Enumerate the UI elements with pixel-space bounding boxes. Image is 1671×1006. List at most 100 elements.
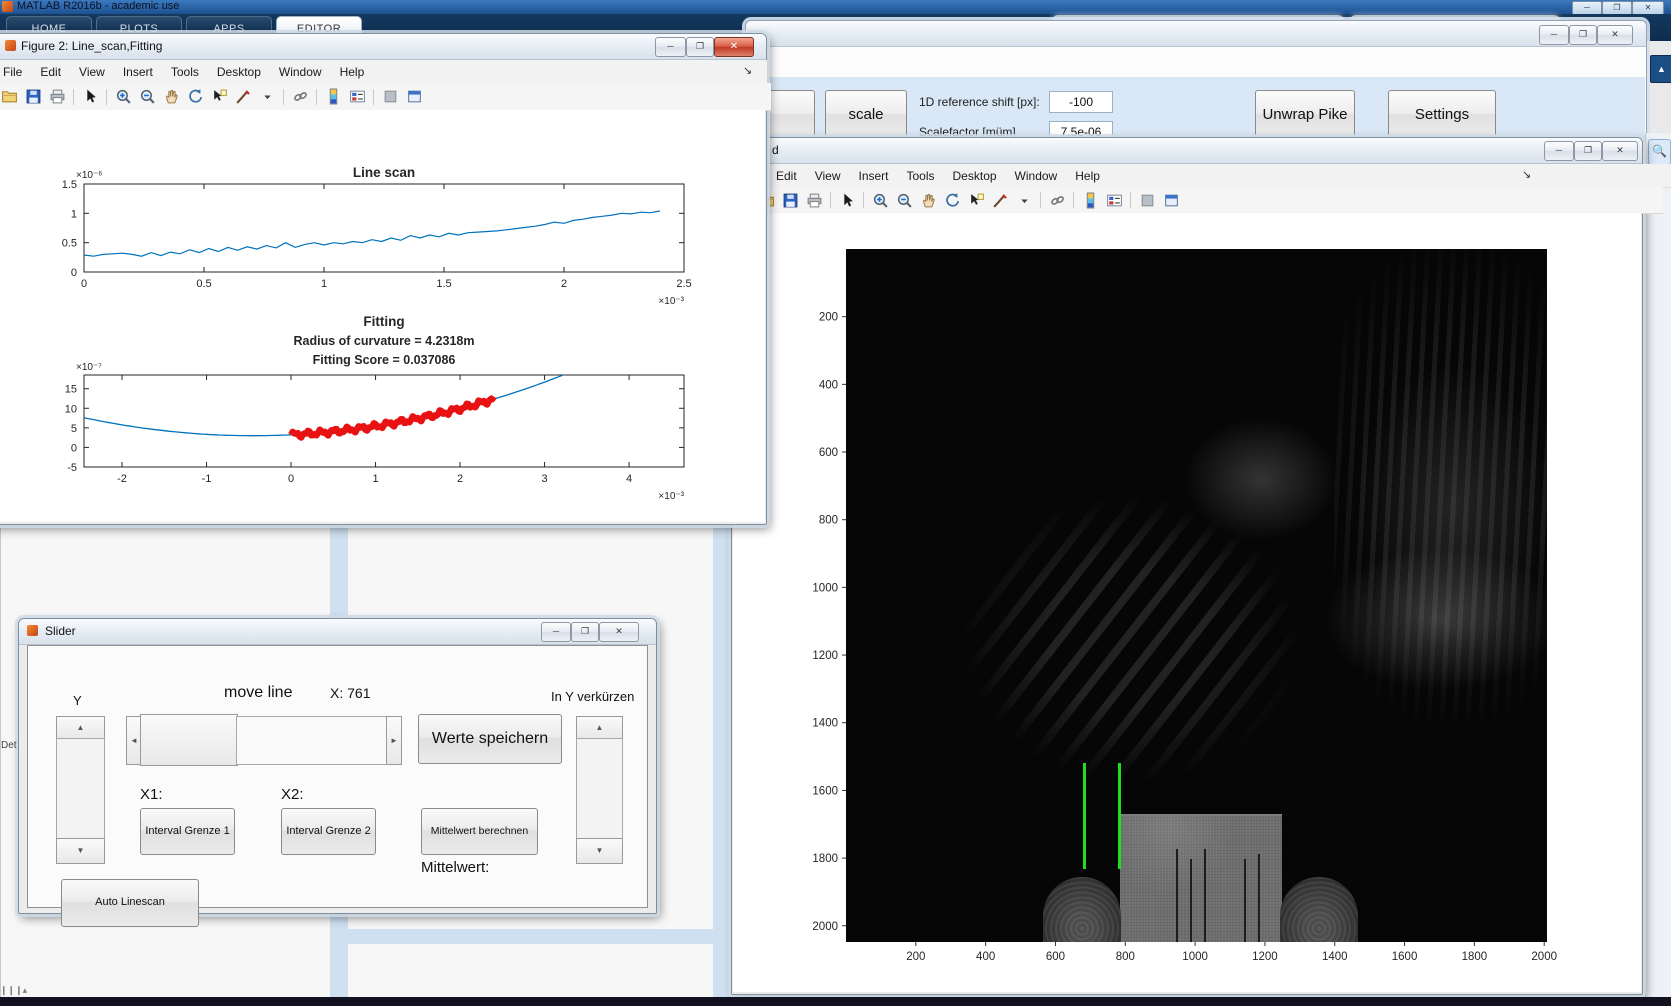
rotate3d-icon[interactable]: [941, 190, 963, 210]
statusbar-grip[interactable]: ❙❙❙▴: [0, 983, 34, 997]
compute-mean-button[interactable]: Mittelwert berechnen: [421, 808, 538, 855]
slider-restore-button[interactable]: ❐: [571, 622, 599, 642]
cursor-icon[interactable]: [836, 190, 858, 210]
menu-file[interactable]: File: [0, 61, 31, 83]
zoom-out-icon[interactable]: [893, 190, 915, 210]
linescan-marker-1[interactable]: [1083, 763, 1087, 869]
toolstrip-collapse-icon[interactable]: ▲: [1650, 55, 1671, 83]
ref-shift-input[interactable]: [1049, 91, 1113, 113]
toolbar-separator: [373, 88, 374, 105]
save-icon[interactable]: [22, 87, 44, 107]
interval-limit-2-button[interactable]: Interval Grenze 2: [281, 808, 376, 855]
fig2-maximize-button[interactable]: ❐: [686, 37, 714, 57]
menu-tools[interactable]: Tools: [898, 165, 944, 187]
main-close-button[interactable]: ✕: [1632, 1, 1664, 15]
menu-desktop[interactable]: Desktop: [944, 165, 1006, 187]
chip-trace: [1244, 859, 1246, 942]
y-slider-track[interactable]: [56, 738, 105, 840]
cursor-icon[interactable]: [79, 87, 101, 107]
menu-desktop[interactable]: Desktop: [208, 61, 270, 83]
pan-icon[interactable]: [160, 87, 182, 107]
y-slider-up-arrow[interactable]: ▲: [56, 716, 105, 740]
auto-linescan-button[interactable]: Auto Linescan: [61, 879, 199, 927]
legend-icon[interactable]: [1103, 190, 1125, 210]
main-minimize-button[interactable]: ─: [1572, 1, 1602, 15]
shorten-slider-track[interactable]: [576, 738, 623, 840]
save-values-button[interactable]: Werte speichern: [418, 714, 562, 764]
interval-limit-1-button[interactable]: Interval Grenze 1: [140, 808, 235, 855]
dock-icon[interactable]: [1160, 190, 1182, 210]
fig2-close-button[interactable]: ✕: [714, 37, 754, 57]
link-icon[interactable]: [1046, 190, 1068, 210]
zoom-in-icon[interactable]: [112, 87, 134, 107]
dropdown-icon[interactable]: [1013, 190, 1035, 210]
figure-icon: [5, 40, 16, 51]
imgfig-dock-arrow-icon[interactable]: ↘: [1522, 168, 1531, 181]
menu-insert[interactable]: Insert: [849, 165, 897, 187]
main-restore-button[interactable]: ❐: [1602, 1, 1632, 15]
x-value-label: X: 761: [330, 685, 371, 701]
y-slider-down-arrow[interactable]: ▼: [56, 838, 105, 864]
x-slider-track[interactable]: [236, 716, 388, 765]
link-icon[interactable]: [289, 87, 311, 107]
dock-empty-icon[interactable]: [379, 87, 401, 107]
x-slider-right-arrow[interactable]: ►: [386, 716, 402, 765]
search-icon[interactable]: 🔍: [1648, 139, 1671, 165]
print-icon[interactable]: [46, 87, 68, 107]
rotate3d-icon[interactable]: [184, 87, 206, 107]
slider-close-button[interactable]: ✕: [599, 622, 639, 642]
menu-tools[interactable]: Tools: [162, 61, 208, 83]
figure2-titlebar[interactable]: Figure 2: Line_scan,Fitting: [0, 34, 766, 60]
slider-minimize-button[interactable]: ─: [541, 622, 571, 642]
open-icon[interactable]: [0, 87, 20, 107]
imgfig-minimize-button[interactable]: ─: [1544, 141, 1574, 161]
menu-insert[interactable]: Insert: [114, 61, 162, 83]
colorbar-icon[interactable]: [322, 87, 344, 107]
figure2-toolbar: [0, 83, 771, 111]
menu-view[interactable]: View: [806, 165, 850, 187]
menu-edit[interactable]: Edit: [31, 61, 70, 83]
menu-window[interactable]: Window: [270, 61, 331, 83]
data-cursor-icon[interactable]: [965, 190, 987, 210]
linescan-marker-2[interactable]: [1117, 763, 1121, 869]
dock-icon[interactable]: [403, 87, 425, 107]
brush-icon[interactable]: [232, 87, 254, 107]
legend-icon[interactable]: [346, 87, 368, 107]
unwrap-pike-button[interactable]: Unwrap Pike: [1255, 90, 1355, 140]
toolbar-separator: [1130, 192, 1131, 208]
print-icon[interactable]: [803, 190, 825, 210]
shorten-slider-down-arrow[interactable]: ▼: [576, 838, 623, 864]
gui-titlebar[interactable]: [746, 21, 1646, 47]
data-cursor-icon[interactable]: [208, 87, 230, 107]
matlab-titlebar[interactable]: MATLAB R2016b - academic use ─ ❐ ✕: [0, 0, 1671, 15]
zoom-out-icon[interactable]: [136, 87, 158, 107]
zoom-in-icon[interactable]: [869, 190, 891, 210]
fig2-minimize-button[interactable]: ─: [655, 37, 686, 57]
scale-button[interactable]: scale: [825, 90, 907, 140]
image-figure-titlebar[interactable]: d: [732, 138, 1642, 164]
figure-icon: [27, 625, 38, 636]
fig2-dock-arrow-icon[interactable]: ↘: [743, 64, 752, 77]
gui-restore-button[interactable]: ❐: [1569, 25, 1597, 45]
gui-minimize-button[interactable]: ─: [1539, 25, 1569, 45]
menu-help[interactable]: Help: [331, 61, 374, 83]
settings-button[interactable]: Settings: [1388, 90, 1496, 140]
menu-view[interactable]: View: [70, 61, 114, 83]
menu-window[interactable]: Window: [1006, 165, 1067, 187]
interferogram-image[interactable]: 405: [846, 249, 1547, 942]
gui-close-button[interactable]: ✕: [1597, 25, 1633, 45]
imgfig-restore-button[interactable]: ❐: [1574, 141, 1602, 161]
menu-help[interactable]: Help: [1066, 165, 1109, 187]
dock-empty-icon[interactable]: [1136, 190, 1158, 210]
save-icon[interactable]: [779, 190, 801, 210]
pan-icon[interactable]: [917, 190, 939, 210]
imgfig-close-button[interactable]: ✕: [1602, 141, 1638, 161]
dropdown-icon[interactable]: [256, 87, 278, 107]
brush-icon[interactable]: [989, 190, 1011, 210]
colorbar-icon[interactable]: [1079, 190, 1101, 210]
toolbar-separator: [1040, 192, 1041, 208]
menu-edit[interactable]: Edit: [767, 165, 806, 187]
ref-shift-label: 1D reference shift [px]:: [919, 95, 1040, 109]
x-slider-thumb[interactable]: [140, 714, 238, 766]
shorten-slider-up-arrow[interactable]: ▲: [576, 716, 623, 740]
